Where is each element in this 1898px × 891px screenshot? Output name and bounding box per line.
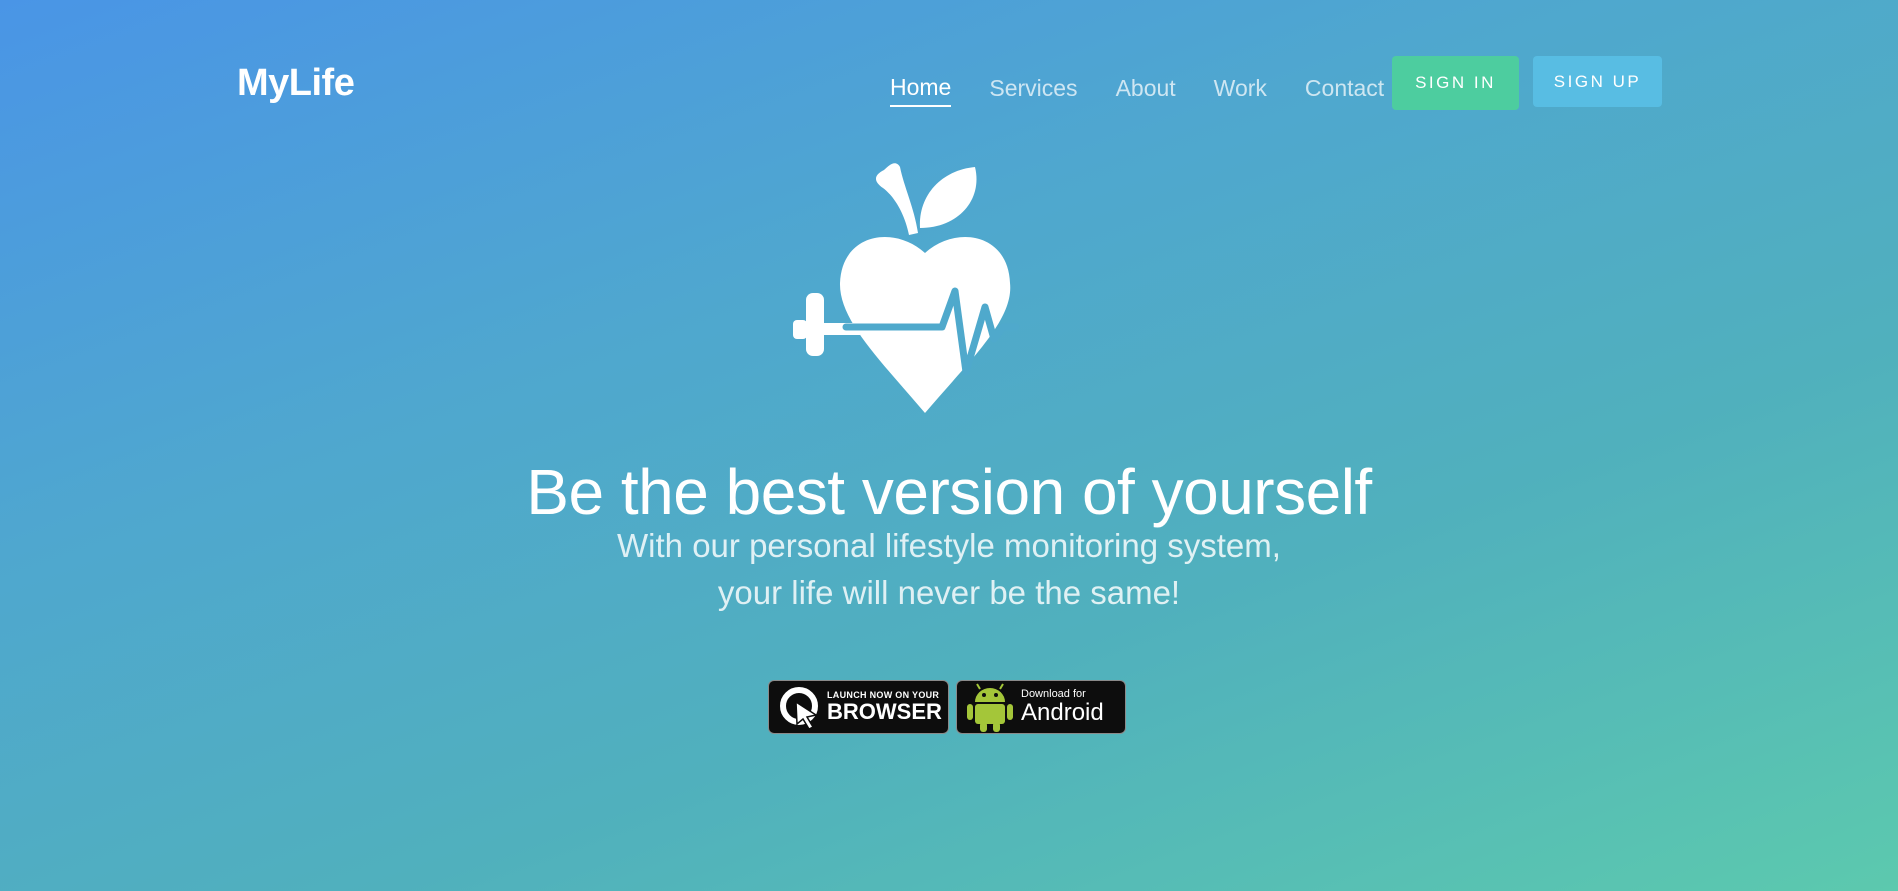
android-badge-big-text: Android	[1021, 698, 1104, 726]
nav-services[interactable]: Services	[989, 75, 1077, 106]
apple-heart-heartbeat-dumbbell-icon	[793, 163, 1020, 413]
sign-in-button[interactable]: SIGN IN	[1392, 56, 1519, 110]
browser-badge-big-text: BROWSER	[827, 698, 942, 724]
nav-home[interactable]: Home	[890, 74, 952, 107]
android-robot-icon	[967, 683, 1013, 732]
main-nav: Home Services About Work Contact	[890, 70, 1422, 110]
brand-logo[interactable]: MyLife	[237, 62, 355, 105]
nav-work[interactable]: Work	[1214, 75, 1267, 106]
hero-subline-1: With our personal lifestyle monitoring s…	[617, 527, 1281, 564]
nav-about[interactable]: About	[1116, 75, 1176, 106]
hero-subline-2: your life will never be the same!	[717, 574, 1181, 611]
nav-contact[interactable]: Contact	[1305, 75, 1384, 106]
hero-headline: Be the best version of yourself	[526, 456, 1372, 528]
sign-up-button[interactable]: SIGN UP	[1533, 56, 1662, 107]
browser-cursor-icon	[780, 687, 818, 729]
android-download-badge[interactable]: Download for Android	[956, 680, 1126, 734]
launch-browser-badge[interactable]: LAUNCH NOW ON YOUR BROWSER	[768, 680, 949, 734]
